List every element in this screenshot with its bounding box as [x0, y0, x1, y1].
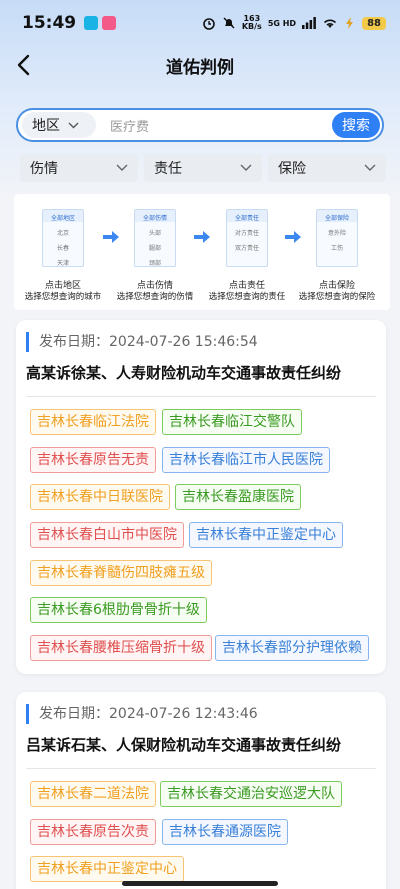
guide-step-3-mockup: 全部责任 对方责任 双方责任 — [226, 209, 268, 267]
status-bar: 15:49 163 KB/s 5G HD 88 — [0, 0, 400, 46]
case-tag[interactable]: 吉林长春交通治安巡逻大队 — [160, 781, 342, 807]
guide-step-1-item: 长春 — [56, 245, 69, 252]
arrow-right-icon — [194, 231, 210, 243]
battery-level: 88 — [362, 16, 386, 30]
filter-insurance[interactable]: 保险 — [268, 154, 386, 182]
page-title: 道佑判例 — [166, 57, 234, 78]
case-tag[interactable]: 吉林长春部分护理依赖 — [215, 635, 369, 661]
search-button[interactable]: 搜索 — [332, 112, 380, 138]
case-tag[interactable]: 吉林长春原告无责 — [30, 447, 156, 473]
charging-icon — [346, 17, 354, 29]
divider — [26, 768, 376, 769]
network-speed-unit: KB/s — [241, 22, 262, 31]
region-selector[interactable]: 地区 — [22, 112, 96, 138]
case-tag[interactable]: 吉林长春中正鉴定中心 — [30, 856, 184, 882]
case-card[interactable]: 发布日期：2024-07-26 15:46:54 高某诉徐某、人寿财险机动车交通… — [16, 320, 386, 674]
case-tag[interactable]: 吉林长春腰椎压缩骨折十级 — [30, 635, 212, 661]
back-arrow-icon[interactable] — [12, 52, 38, 78]
alarm-icon — [203, 18, 215, 30]
guide-step-3-item: 对方责任 — [234, 230, 259, 237]
guide-step-4-mockup: 全部保险 意外险 工伤 — [316, 209, 358, 267]
guide-step-3-header: 全部责任 — [227, 210, 267, 222]
chevron-down-icon — [364, 164, 376, 171]
case-tag[interactable]: 吉林长春中正鉴定中心 — [189, 522, 343, 548]
search-bar: 地区 医疗费 搜索 — [16, 108, 384, 142]
publish-date: 发布日期：2024-07-26 12:43:46 — [26, 704, 258, 724]
app-notification-icon — [84, 16, 99, 30]
publish-date-label: 发布日期： — [39, 334, 109, 350]
guide-step-1-item: 天津 — [56, 260, 69, 267]
arrow-right-icon — [285, 231, 301, 243]
wifi-icon — [324, 19, 337, 28]
case-tag[interactable]: 吉林长春临江交警队 — [162, 409, 302, 435]
guide-step-1-item: 北京 — [56, 230, 69, 237]
divider — [26, 396, 376, 397]
guide-step-2-item: 头部 — [148, 230, 161, 237]
guide-step-4-item: 工伤 — [330, 245, 343, 252]
navigation-bar: 道佑判例 — [0, 46, 400, 84]
guide-step-2-header: 全部伤情 — [135, 210, 175, 222]
publish-date-value: 2024-07-26 15:46:54 — [109, 334, 258, 350]
app-notification-icon-2 — [102, 16, 117, 30]
search-input[interactable]: 医疗费 — [96, 116, 332, 135]
case-tag[interactable]: 吉林长春6根肋骨骨折十级 — [30, 597, 207, 623]
case-card[interactable]: 发布日期：2024-07-26 12:43:46 吕某诉石某、人保财险机动车交通… — [16, 692, 386, 889]
case-tag[interactable]: 吉林长春盈康医院 — [175, 484, 301, 510]
guide-step-4-item: 意外险 — [327, 230, 346, 237]
case-tag[interactable]: 吉林长春原告次责 — [30, 819, 156, 845]
publish-date-label: 发布日期： — [39, 706, 109, 722]
case-tag[interactable]: 吉林长春脊髓伤四肢瘫五级 — [30, 560, 212, 586]
usage-guide: 全部地区 北京 长春 天津 点击地区 选择您想查询的城市 全部伤情 头部 腿部 … — [14, 194, 390, 310]
arrow-right-icon — [103, 231, 119, 243]
filter-bar: 伤情 责任 保险 — [20, 154, 386, 182]
filter-liability-label: 责任 — [154, 161, 182, 177]
status-time: 15:49 — [22, 13, 77, 33]
filter-insurance-label: 保险 — [278, 161, 306, 177]
guide-step-2-mockup: 全部伤情 头部 腿部 颈部 — [134, 209, 176, 267]
chevron-down-icon — [240, 164, 252, 171]
guide-step-3-item: 双方责任 — [234, 245, 259, 252]
case-title: 高某诉徐某、人寿财险机动车交通事故责任纠纷 — [26, 364, 342, 382]
home-indicator[interactable] — [122, 881, 278, 886]
chevron-down-icon — [116, 164, 128, 171]
filter-liability[interactable]: 责任 — [144, 154, 262, 182]
case-tag[interactable]: 吉林长春临江法院 — [30, 409, 156, 435]
guide-step-4-desc: 选择您想查询的保险 — [298, 292, 376, 302]
case-tag[interactable]: 吉林长春中日联医院 — [30, 484, 170, 510]
filter-injury-label: 伤情 — [30, 161, 58, 177]
mute-icon — [223, 17, 235, 29]
publish-date-value: 2024-07-26 12:43:46 — [109, 706, 258, 722]
guide-step-1-mockup: 全部地区 北京 长春 天津 — [42, 209, 84, 267]
network-speed: 163 KB/s — [242, 15, 262, 31]
signal-icon — [302, 17, 316, 29]
case-tag[interactable]: 吉林长春二道法院 — [30, 781, 156, 807]
network-type: 5G HD — [267, 18, 297, 28]
guide-step-4-header: 全部保险 — [317, 210, 357, 222]
chevron-down-icon — [68, 122, 79, 128]
guide-step-1-header: 全部地区 — [43, 210, 83, 222]
region-label: 地区 — [32, 118, 60, 134]
guide-step-2-item: 腿部 — [148, 245, 161, 252]
case-title: 吕某诉石某、人保财险机动车交通事故责任纠纷 — [26, 736, 342, 754]
case-tag[interactable]: 吉林长春白山市中医院 — [30, 522, 184, 548]
filter-injury[interactable]: 伤情 — [20, 154, 138, 182]
case-tag[interactable]: 吉林长春临江市人民医院 — [162, 447, 330, 473]
guide-step-2-item: 颈部 — [148, 260, 161, 267]
case-tag[interactable]: 吉林长春通源医院 — [162, 819, 288, 845]
publish-date: 发布日期：2024-07-26 15:46:54 — [26, 332, 258, 352]
